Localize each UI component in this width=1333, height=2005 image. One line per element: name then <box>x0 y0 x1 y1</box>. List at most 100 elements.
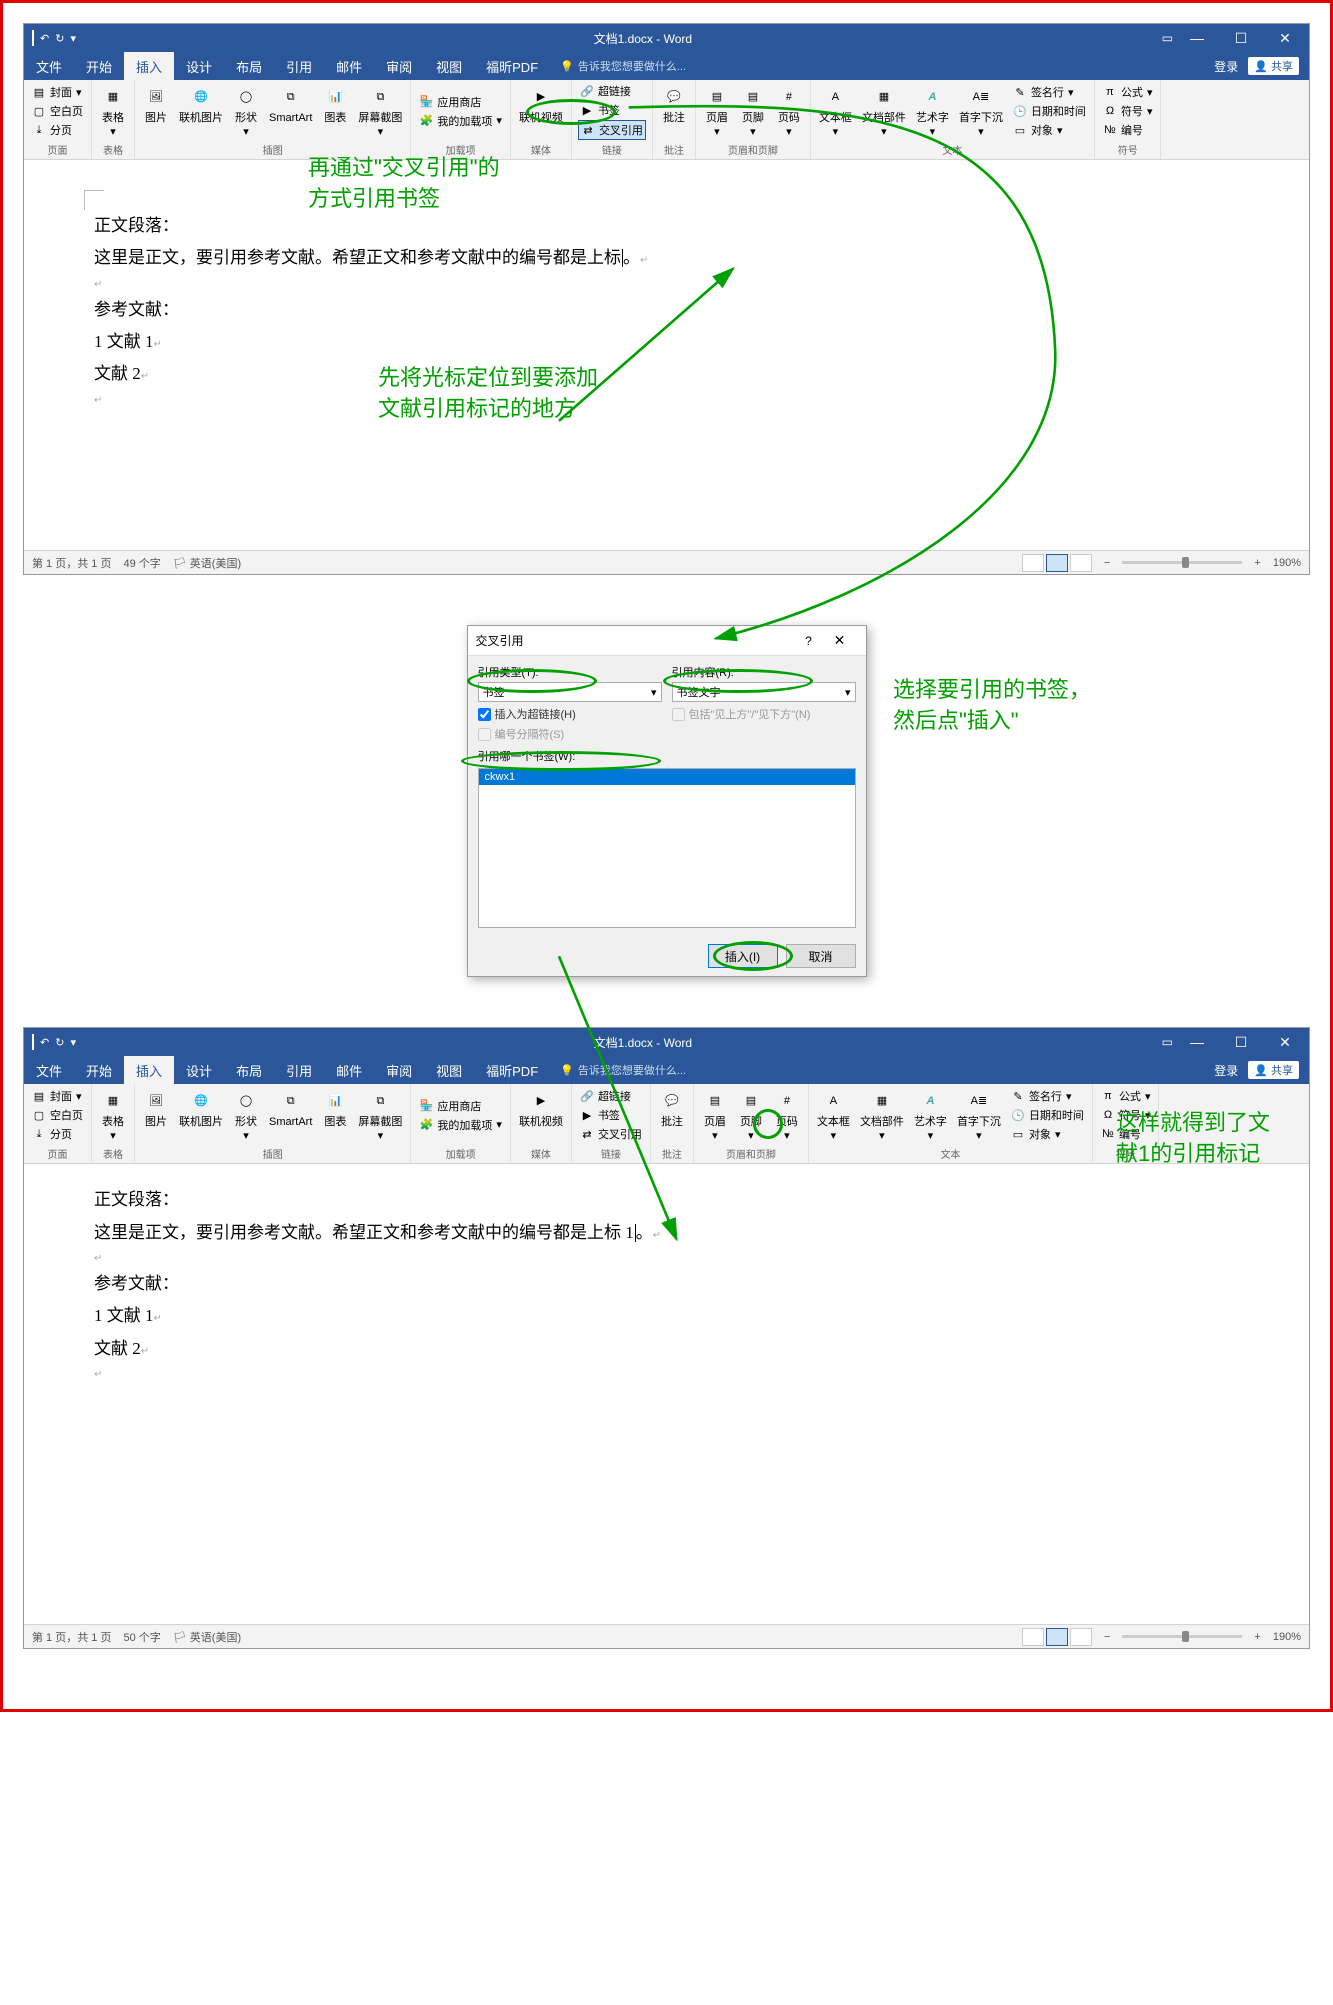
blank-page-button[interactable]: ▢空白页 <box>30 102 85 120</box>
tab-foxit[interactable]: 福昕PDF <box>474 52 550 80</box>
web-layout-button[interactable] <box>1070 554 1092 572</box>
header-button[interactable]: ▤页眉▾ <box>702 82 732 140</box>
login-link[interactable]: 登录 <box>1214 1062 1238 1079</box>
signature-button[interactable]: ✎签名行 ▾ <box>1011 83 1088 101</box>
page-number-button[interactable]: #页码▾ <box>774 82 804 140</box>
tab-layout[interactable]: 布局 <box>224 1056 274 1084</box>
object-button[interactable]: ▭对象 ▾ <box>1011 121 1088 139</box>
wordart-button[interactable]: A艺术字▾ <box>914 82 951 140</box>
online-picture-button[interactable]: 🌐联机图片 <box>177 1086 225 1144</box>
store-button[interactable]: 🏪应用商店 <box>417 1097 504 1115</box>
dropcap-button[interactable]: A≣首字下沉▾ <box>957 82 1005 140</box>
tab-file[interactable]: 文件 <box>24 52 74 80</box>
zoom-level[interactable]: 190% <box>1273 1631 1301 1643</box>
tell-me[interactable]: 💡告诉我您想要做什么... <box>550 1056 1214 1084</box>
header-button[interactable]: ▤页眉▾ <box>700 1086 730 1144</box>
zoom-in-button[interactable]: + <box>1254 1631 1260 1643</box>
tab-review[interactable]: 审阅 <box>374 52 424 80</box>
read-mode-button[interactable] <box>1022 554 1044 572</box>
tab-view[interactable]: 视图 <box>424 52 474 80</box>
print-layout-button[interactable] <box>1046 1628 1068 1646</box>
chk-hyperlink[interactable]: 插入为超链接(H) <box>478 706 662 722</box>
blank-page-button[interactable]: ▢空白页 <box>30 1106 85 1124</box>
chart-button[interactable]: 📊图表 <box>320 82 350 140</box>
save-icon[interactable] <box>32 31 34 45</box>
table-button[interactable]: ▦表格▾ <box>98 1086 128 1144</box>
footer-button[interactable]: ▤页脚▾ <box>738 82 768 140</box>
tab-references[interactable]: 引用 <box>274 1056 324 1084</box>
footer-button[interactable]: ▤页脚▾ <box>736 1086 766 1144</box>
maximize-button[interactable]: ☐ <box>1221 24 1261 52</box>
cover-page-button[interactable]: ▤封面 ▾ <box>30 83 85 101</box>
symbol-button[interactable]: Ω符号 ▾ <box>1101 102 1155 120</box>
undo-icon[interactable]: ↶ <box>40 1036 49 1049</box>
tab-design[interactable]: 设计 <box>174 1056 224 1084</box>
redo-icon[interactable]: ↻ <box>55 1036 64 1049</box>
online-video-button[interactable]: ▶联机视频 <box>517 82 565 140</box>
online-video-button[interactable]: ▶联机视频 <box>517 1086 565 1144</box>
textbox-button[interactable]: A文本框▾ <box>817 82 854 140</box>
signature-button[interactable]: ✎签名行 ▾ <box>1009 1087 1086 1105</box>
tab-insert[interactable]: 插入 <box>124 52 174 80</box>
equation-button[interactable]: π公式 ▾ <box>1099 1087 1153 1105</box>
dialog-help-button[interactable]: ? <box>796 634 822 648</box>
picture-button[interactable]: 🖼图片 <box>141 82 171 140</box>
page-break-button[interactable]: ⤓分页 <box>30 121 85 139</box>
tab-file[interactable]: 文件 <box>24 1056 74 1084</box>
word-count[interactable]: 50 个字 <box>123 1629 160 1645</box>
tab-review[interactable]: 审阅 <box>374 1056 424 1084</box>
close-button[interactable]: ✕ <box>1265 1028 1305 1056</box>
bookmark-item-ckwx1[interactable]: ckwx1 <box>479 769 855 785</box>
tab-foxit[interactable]: 福昕PDF <box>474 1056 550 1084</box>
ref-type-select[interactable]: 书签▾ <box>478 682 662 702</box>
shapes-button[interactable]: ◯形状▾ <box>231 1086 261 1144</box>
close-button[interactable]: ✕ <box>1265 24 1305 52</box>
share-button[interactable]: 👤共享 <box>1248 57 1299 75</box>
equation-button[interactable]: π公式 ▾ <box>1101 83 1155 101</box>
tab-home[interactable]: 开始 <box>74 52 124 80</box>
minimize-button[interactable]: — <box>1177 1028 1217 1056</box>
quick-parts-button[interactable]: ▦文档部件▾ <box>860 82 908 140</box>
my-addins-button[interactable]: 🧩我的加载项 ▾ <box>417 112 504 130</box>
language-status[interactable]: 🏳 英语(美国) <box>173 555 241 571</box>
qat-dropdown-icon[interactable]: ▾ <box>70 1036 76 1049</box>
object-button[interactable]: ▭对象 ▾ <box>1009 1125 1086 1143</box>
zoom-out-button[interactable]: − <box>1104 1631 1110 1643</box>
bookmark-list[interactable]: ckwx1 <box>478 768 856 928</box>
screenshot-button[interactable]: ⧉屏幕截图▾ <box>356 1086 404 1144</box>
dialog-close-button[interactable]: ✕ <box>822 632 858 649</box>
quick-parts-button[interactable]: ▦文档部件▾ <box>858 1086 906 1144</box>
share-button[interactable]: 👤共享 <box>1248 1061 1299 1079</box>
hyperlink-button[interactable]: 🔗超链接 <box>578 82 646 100</box>
table-button[interactable]: ▦表格▾ <box>98 82 128 140</box>
bookmark-button[interactable]: ▶书签 <box>578 1106 644 1124</box>
tab-layout[interactable]: 布局 <box>224 52 274 80</box>
bookmark-button[interactable]: ▶书签 <box>578 101 646 119</box>
word-count[interactable]: 49 个字 <box>123 555 160 571</box>
comment-button[interactable]: 💬批注 <box>657 1086 687 1144</box>
zoom-in-button[interactable]: + <box>1254 557 1260 569</box>
smartart-button[interactable]: ⧉SmartArt <box>267 82 314 140</box>
zoom-slider[interactable] <box>1122 561 1242 564</box>
datetime-button[interactable]: 🕒日期和时间 <box>1009 1106 1086 1124</box>
page-status[interactable]: 第 1 页，共 1 页 <box>32 1629 111 1645</box>
store-button[interactable]: 🏪应用商店 <box>417 93 504 111</box>
login-link[interactable]: 登录 <box>1214 58 1238 75</box>
dropcap-button[interactable]: A≣首字下沉▾ <box>955 1086 1003 1144</box>
ref-content-select[interactable]: 书签文字▾ <box>672 682 856 702</box>
tab-insert[interactable]: 插入 <box>124 1056 174 1084</box>
picture-button[interactable]: 🖼图片 <box>141 1086 171 1144</box>
page-status[interactable]: 第 1 页，共 1 页 <box>32 555 111 571</box>
maximize-button[interactable]: ☐ <box>1221 1028 1261 1056</box>
shapes-button[interactable]: ◯形状▾ <box>231 82 261 140</box>
hyperlink-button[interactable]: 🔗超链接 <box>578 1087 644 1105</box>
cover-page-button[interactable]: ▤封面 ▾ <box>30 1087 85 1105</box>
tab-home[interactable]: 开始 <box>74 1056 124 1084</box>
document-area[interactable]: 正文段落： 这里是正文，要引用参考文献。希望正文和参考文献中的编号都是上标 1。… <box>24 1164 1309 1624</box>
redo-icon[interactable]: ↻ <box>55 32 64 45</box>
read-mode-button[interactable] <box>1022 1628 1044 1646</box>
save-icon[interactable] <box>32 1035 34 1049</box>
tab-view[interactable]: 视图 <box>424 1056 474 1084</box>
insert-button[interactable]: 插入(I) <box>708 944 778 968</box>
page-break-button[interactable]: ⤓分页 <box>30 1125 85 1143</box>
